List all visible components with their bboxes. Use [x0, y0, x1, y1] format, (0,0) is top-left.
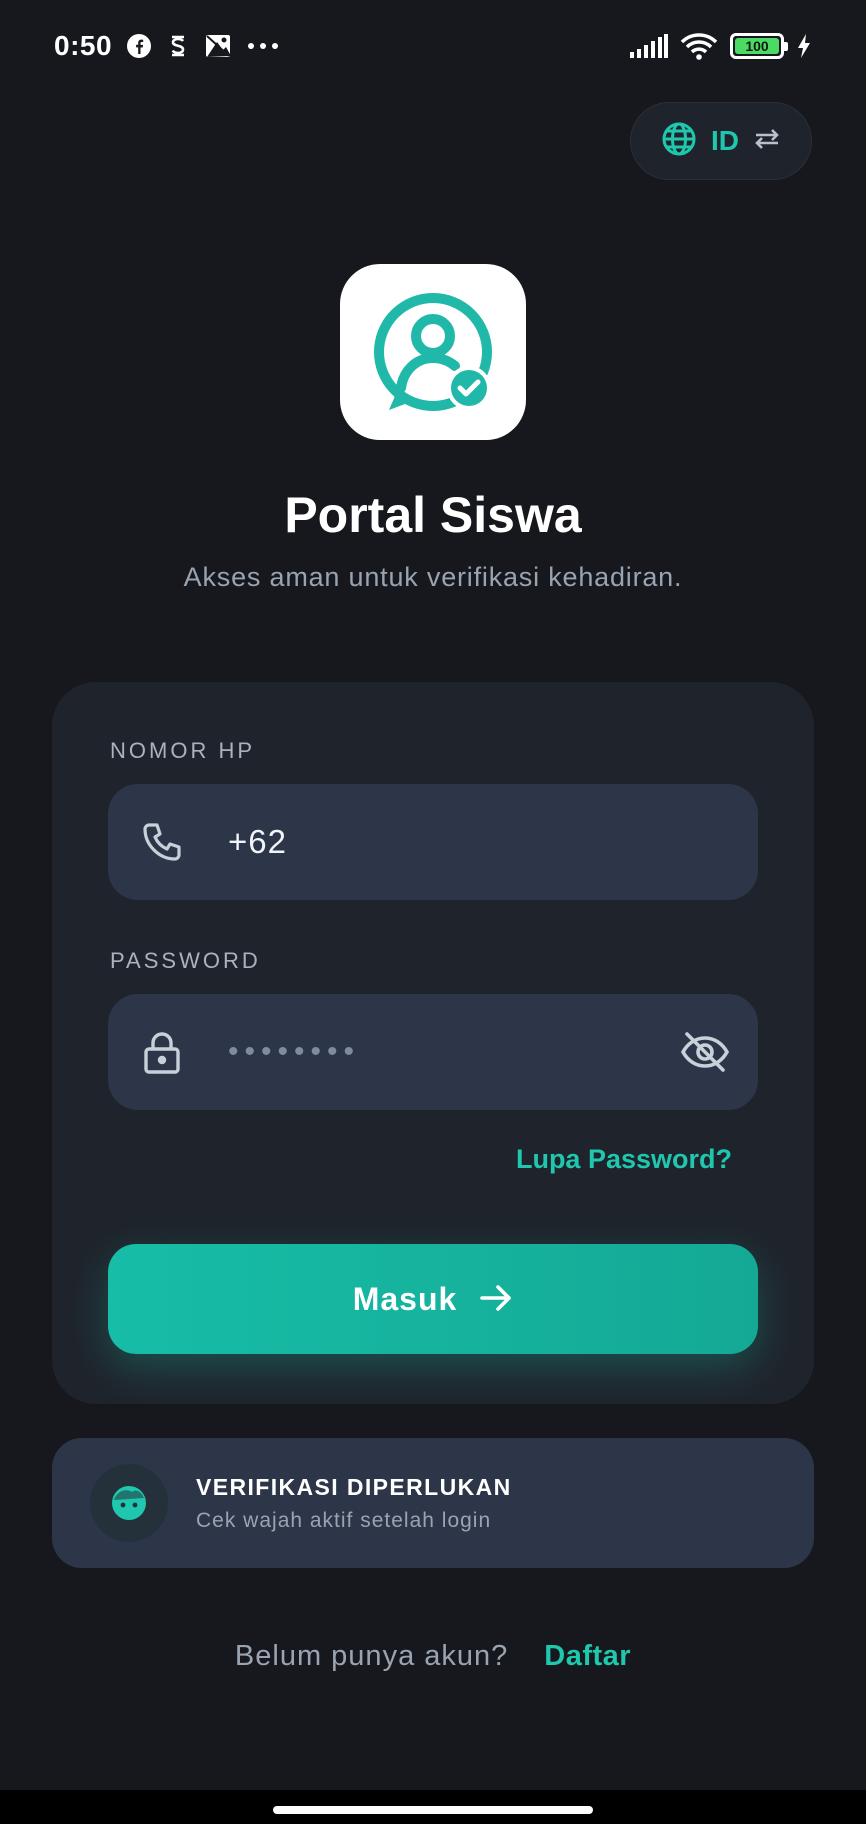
verification-banner: VERIFIKASI DIPERLUKAN Cek wajah aktif se… [52, 1438, 814, 1568]
password-label: PASSWORD [110, 948, 261, 973]
photo-app-icon [204, 33, 232, 59]
password-placeholder: •••••••• [228, 1035, 361, 1068]
status-bar: 0:50 100 [0, 0, 866, 92]
facebook-icon [126, 33, 152, 59]
verification-title: VERIFIKASI DIPERLUKAN [196, 1473, 512, 1500]
signal-icon [630, 34, 668, 58]
phone-input[interactable]: +62 [108, 784, 758, 900]
phone-value: +62 [228, 823, 287, 860]
status-time: 0:50 [54, 30, 113, 61]
page-title: Portal Siswa [284, 487, 582, 543]
language-toggle-button[interactable]: ID [630, 102, 812, 180]
lock-icon [136, 1029, 188, 1075]
home-indicator[interactable] [273, 1806, 593, 1814]
status-bar-right: 100 [630, 32, 812, 60]
arrow-right-icon [479, 1283, 513, 1316]
toggle-visibility-eye-off-icon[interactable] [680, 1031, 730, 1073]
verification-text: VERIFIKASI DIPERLUKAN Cek wajah aktif se… [196, 1474, 512, 1533]
language-code: ID [711, 125, 739, 156]
phone-icon [136, 820, 188, 864]
forgot-password-link[interactable]: Lupa Password? [516, 1144, 732, 1175]
password-input[interactable]: •••••••• [108, 994, 758, 1110]
login-button-label: Masuk [352, 1280, 458, 1317]
battery-icon: 100 [730, 33, 788, 59]
wifi-icon [680, 32, 718, 60]
signup-row: Belum punya akun? Daftar [0, 1640, 866, 1673]
signup-link[interactable]: Daftar [544, 1640, 631, 1673]
battery-level: 100 [735, 38, 779, 54]
login-button[interactable]: Masuk [108, 1244, 758, 1354]
user-check-logo-icon [374, 293, 492, 411]
swap-arrows-icon [753, 127, 781, 156]
login-screen: 0:50 100 ID Portal Siswa Akses aman untu… [0, 0, 866, 1824]
verification-subtitle: Cek wajah aktif setelah login [196, 1508, 492, 1532]
more-dots-icon [246, 41, 280, 51]
face-icon [90, 1464, 168, 1542]
login-card: NOMOR HP +62 PASSWORD •••••••• Lupa Pass… [52, 682, 814, 1404]
s-app-icon [166, 33, 190, 59]
app-logo [340, 264, 526, 440]
phone-label: NOMOR HP [110, 738, 255, 763]
charging-icon [796, 34, 812, 58]
page-subtitle: Akses aman untuk verifikasi kehadiran. [183, 562, 683, 592]
globe-icon [661, 121, 697, 162]
status-bar-left: 0:50 [54, 30, 280, 62]
signup-question: Belum punya akun? [234, 1640, 509, 1672]
